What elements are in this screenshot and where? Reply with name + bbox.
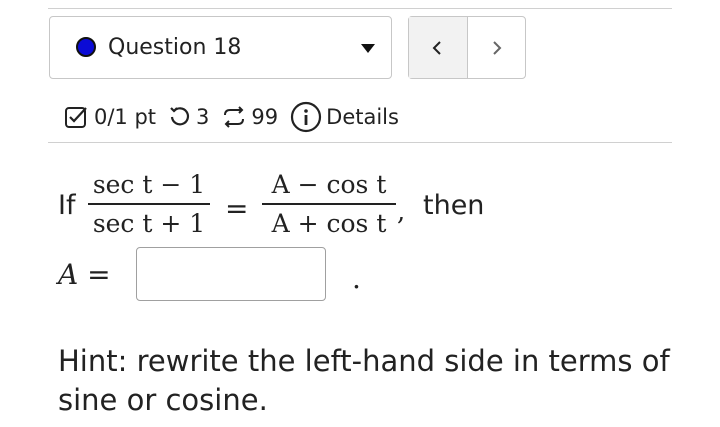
answer-input[interactable]	[136, 247, 326, 301]
question-nav	[408, 16, 526, 79]
rhs-fraction: A − cos t A + cos t	[262, 170, 396, 238]
score-text: 0/1 pt	[94, 105, 157, 129]
comma: ,	[397, 197, 406, 227]
top-divider	[48, 8, 672, 9]
previous-question-button[interactable]	[409, 17, 468, 78]
question-meta: 0/1 pt 3 99 Details	[64, 100, 411, 134]
question-select-label: Question 18	[108, 35, 242, 60]
versions-count: 99	[251, 105, 279, 129]
question-select[interactable]: Question 18	[49, 16, 392, 79]
chevron-left-icon	[432, 40, 441, 55]
attempts-count: 3	[196, 105, 210, 129]
lhs-fraction: sec t − 1 sec t + 1	[88, 170, 210, 238]
rhs-denominator: A + cos t	[271, 209, 387, 238]
lhs-denominator: sec t + 1	[92, 209, 206, 238]
caret-down-icon	[361, 44, 375, 53]
rhs-fraction-bar	[262, 203, 396, 205]
retry-icon	[168, 105, 192, 129]
hint-text: Hint: rewrite the left-hand side in term…	[58, 344, 670, 417]
question-page: Question 18 0/1 pt 3 99 Details If sec t…	[0, 0, 720, 427]
details-link[interactable]: Details	[326, 105, 399, 129]
question-status-dot	[76, 37, 96, 57]
info-icon[interactable]	[290, 101, 322, 133]
if-word: If	[58, 190, 76, 221]
content-divider	[48, 142, 672, 143]
checkbox-edit-icon	[64, 104, 90, 130]
then-word: then	[423, 190, 485, 221]
lhs-fraction-bar	[88, 203, 210, 205]
chevron-right-icon	[493, 40, 502, 55]
answer-label: A =	[58, 258, 111, 291]
next-question-button[interactable]	[468, 17, 526, 78]
rhs-numerator: A − cos t	[271, 170, 387, 199]
equals-sign: =	[225, 192, 249, 225]
lhs-numerator: sec t − 1	[92, 170, 206, 199]
period: .	[352, 262, 361, 295]
versions-icon	[221, 105, 247, 129]
